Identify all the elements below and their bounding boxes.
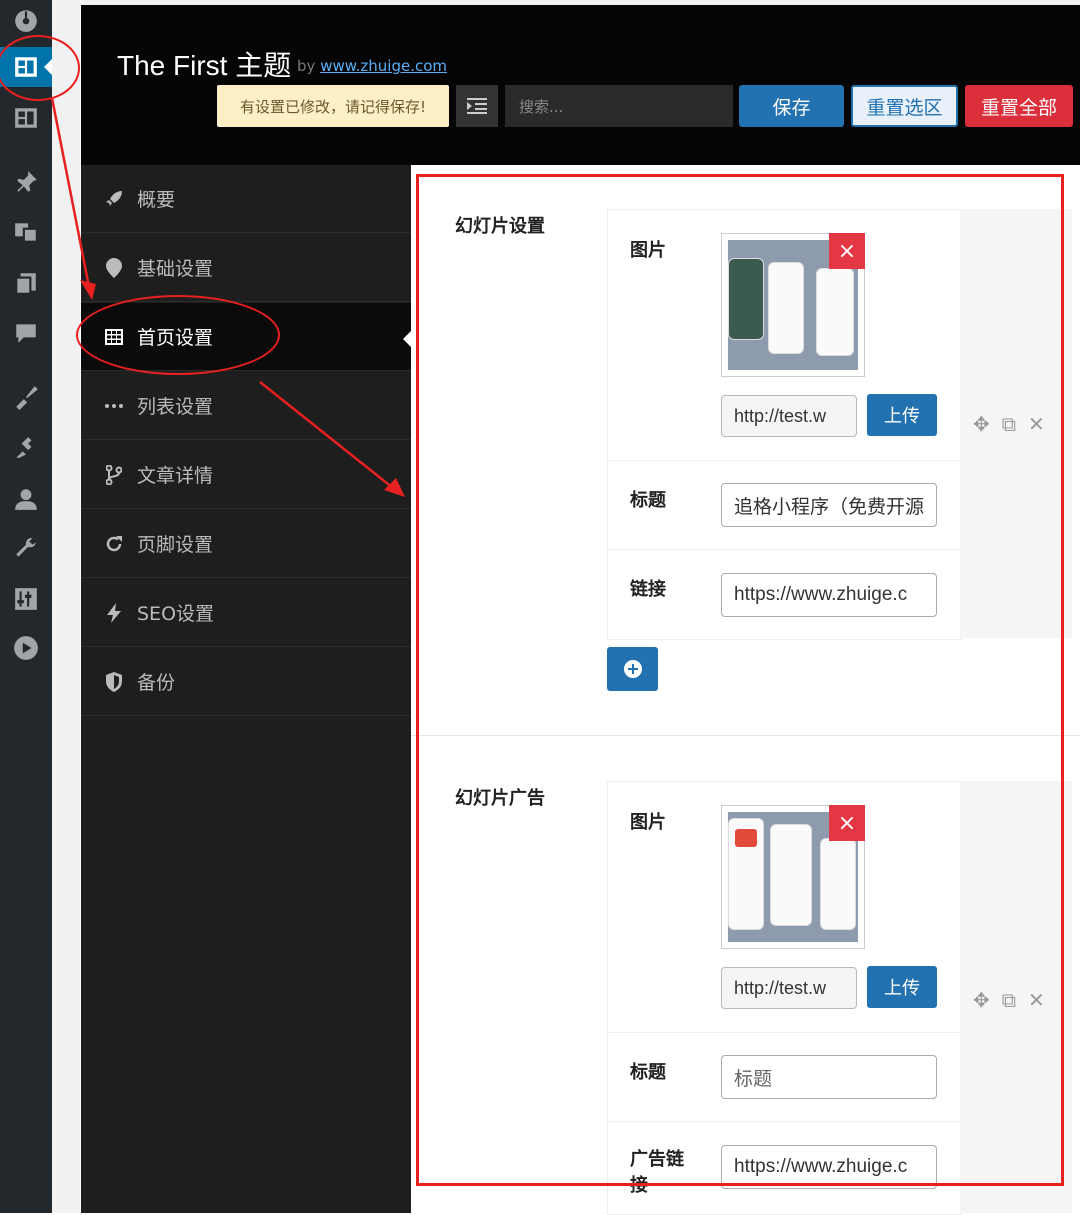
annotation-arrows xyxy=(50,97,405,497)
